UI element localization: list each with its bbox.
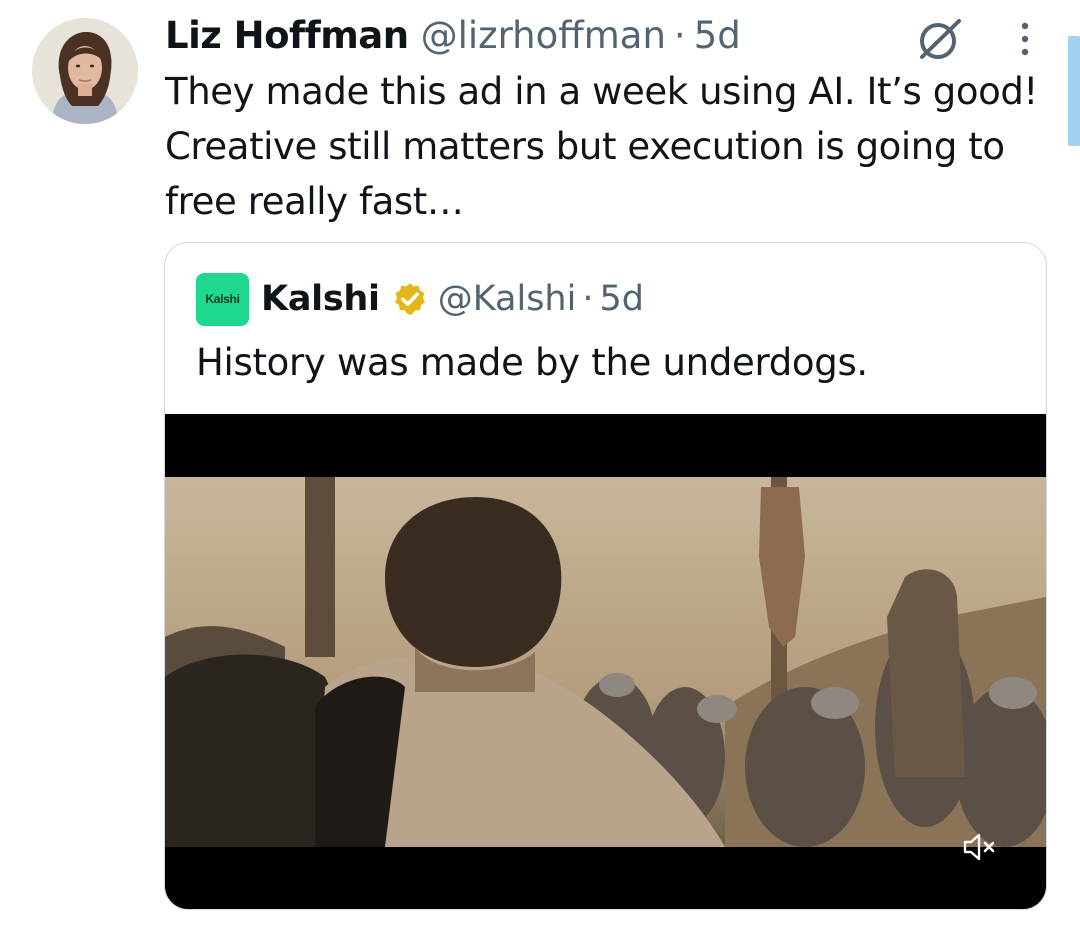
scroll-indicator bbox=[1068, 36, 1080, 146]
quoted-tweet-text: History was made by the underdogs. bbox=[196, 341, 868, 384]
tweet-time[interactable]: 5d bbox=[694, 14, 741, 58]
quoted-time[interactable]: 5d bbox=[599, 279, 644, 319]
grok-icon[interactable] bbox=[914, 16, 964, 62]
quoted-tweet-card[interactable]: Kalshi Kalshi @Kalshi · 5d History was m… bbox=[164, 242, 1047, 910]
avatar-photo bbox=[32, 18, 138, 124]
author-avatar[interactable] bbox=[32, 18, 138, 124]
quoted-separator-dot: · bbox=[582, 279, 594, 319]
more-vertical-icon[interactable] bbox=[1012, 18, 1038, 60]
verified-badge-icon[interactable] bbox=[392, 281, 428, 317]
quoted-tweet-header: Kalshi Kalshi @Kalshi · 5d bbox=[196, 272, 644, 326]
kalshi-logo-text: Kalshi bbox=[205, 292, 240, 306]
tweet-header: Liz Hoffman @lizrhoffman · 5d bbox=[165, 14, 741, 58]
volume-muted-icon[interactable] bbox=[957, 827, 1001, 867]
video-frame bbox=[165, 477, 1046, 847]
author-handle[interactable]: @lizrhoffman bbox=[421, 14, 666, 58]
tweet-text: They made this ad in a week using AI. It… bbox=[165, 70, 1038, 223]
author-name[interactable]: Liz Hoffman bbox=[165, 14, 409, 58]
quoted-author-handle[interactable]: @Kalshi bbox=[438, 279, 577, 319]
quoted-author-name[interactable]: Kalshi bbox=[261, 279, 380, 319]
kalshi-logo[interactable]: Kalshi bbox=[196, 272, 249, 326]
separator-dot: · bbox=[673, 14, 686, 57]
video-player[interactable] bbox=[165, 414, 1046, 909]
